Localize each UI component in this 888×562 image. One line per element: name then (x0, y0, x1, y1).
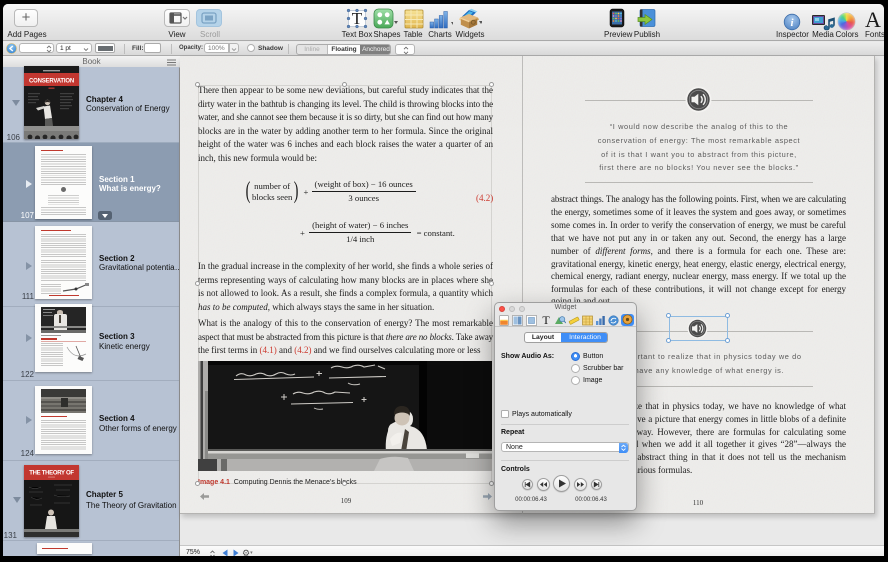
svg-text:THE THEORY OF: THE THEORY OF (29, 471, 74, 477)
svg-text:CONSERVATION: CONSERVATION (29, 79, 74, 85)
